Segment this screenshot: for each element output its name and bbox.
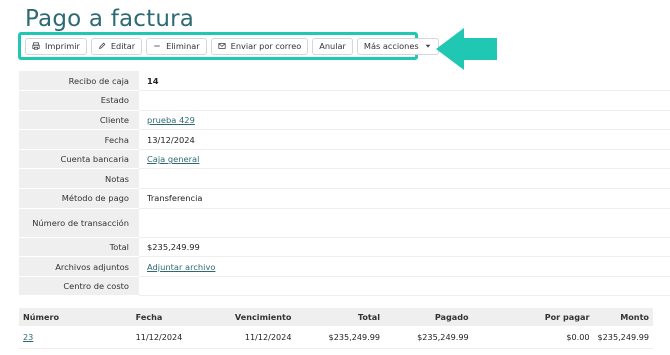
column-header: Pagado: [384, 308, 473, 326]
detail-label: Total: [19, 237, 139, 258]
status-value: [139, 90, 670, 111]
table-row: 23 11/12/2024 11/12/2024 $235,249.99 $23…: [19, 326, 653, 349]
date-value: 13/12/2024: [139, 129, 670, 150]
action-toolbar: Imprimir Editar Eliminar Enviar por corr…: [18, 32, 439, 60]
bank-account-link[interactable]: Caja general: [147, 154, 199, 164]
delete-label: Eliminar: [166, 41, 200, 51]
detail-label: Archivos adjuntos: [19, 256, 139, 277]
table-cell: $235,249.99: [295, 326, 385, 349]
detail-row: Método de pago Transferencia: [19, 188, 670, 209]
detail-row: Número de transacción: [19, 208, 670, 238]
column-header: Vencimiento: [210, 308, 296, 326]
void-button[interactable]: Anular: [312, 37, 353, 55]
table-cell: 11/12/2024: [210, 326, 296, 349]
table-cell: $235,249.99: [593, 326, 653, 349]
column-header: Monto: [593, 308, 653, 326]
edit-label: Editar: [110, 41, 136, 51]
detail-row: Fecha 13/12/2024: [19, 129, 670, 150]
email-label: Enviar por correo: [230, 41, 302, 51]
print-label: Imprimir: [45, 41, 80, 51]
detail-label: Notas: [19, 168, 139, 190]
envelope-icon: [218, 43, 226, 49]
caret-down-icon: [425, 44, 431, 48]
notes-value: [139, 168, 670, 190]
detail-label: Cliente: [19, 110, 139, 131]
payment-details: Recibo de caja 14 Estado Cliente prueba …: [19, 71, 670, 297]
detail-row: Archivos adjuntos Adjuntar archivo: [19, 256, 670, 277]
print-button[interactable]: Imprimir: [25, 37, 87, 55]
email-button[interactable]: Enviar por correo: [210, 37, 309, 55]
receipt-number: 14: [139, 71, 670, 92]
detail-row: Total $235,249.99: [19, 237, 670, 258]
detail-label: Cuenta bancaria: [19, 149, 139, 170]
more-actions-label: Más acciones: [363, 41, 419, 51]
detail-row: Notas: [19, 168, 670, 190]
detail-label: Recibo de caja: [19, 71, 139, 92]
delete-button[interactable]: Eliminar: [146, 37, 207, 55]
void-label: Anular: [319, 41, 346, 51]
page-title: Pago a factura: [25, 6, 195, 32]
pencil-icon: [98, 42, 106, 49]
column-header: Número: [19, 308, 132, 326]
detail-row: Estado: [19, 90, 670, 111]
detail-label: Estado: [19, 90, 139, 111]
cost-center-value: [139, 276, 670, 297]
more-actions-button[interactable]: Más acciones: [356, 37, 439, 55]
invoice-number-link[interactable]: 23: [23, 332, 33, 342]
total-value: $235,249.99: [139, 237, 670, 258]
detail-label: Método de pago: [19, 188, 139, 209]
table-cell: 11/12/2024: [131, 326, 211, 349]
edit-button[interactable]: Editar: [90, 37, 143, 55]
table-header-row: Número Fecha Vencimiento Total Pagado Po…: [19, 308, 653, 326]
detail-row: Cliente prueba 429: [19, 110, 670, 131]
detail-row: Recibo de caja 14: [19, 71, 670, 92]
detail-row: Cuenta bancaria Caja general: [19, 149, 670, 170]
transaction-number-value: [139, 208, 670, 238]
detail-label: Fecha: [19, 129, 139, 150]
payment-method-value: Transferencia: [139, 188, 670, 209]
table-cell: $0.00: [472, 326, 594, 349]
detail-label: Número de transacción: [19, 208, 139, 238]
attach-file-link[interactable]: Adjuntar archivo: [147, 262, 215, 272]
detail-row: Centro de costo: [19, 276, 670, 297]
minus-icon: [154, 45, 160, 47]
column-header: Total: [295, 308, 385, 326]
client-link[interactable]: prueba 429: [147, 115, 195, 125]
invoices-table: Número Fecha Vencimiento Total Pagado Po…: [19, 308, 653, 349]
detail-label: Centro de costo: [19, 276, 139, 297]
arrow-left-icon: [436, 28, 497, 70]
printer-icon: [32, 42, 40, 50]
column-header: Fecha: [131, 308, 211, 326]
column-header: Por pagar: [472, 308, 594, 326]
table-cell: $235,249.99: [384, 326, 473, 349]
